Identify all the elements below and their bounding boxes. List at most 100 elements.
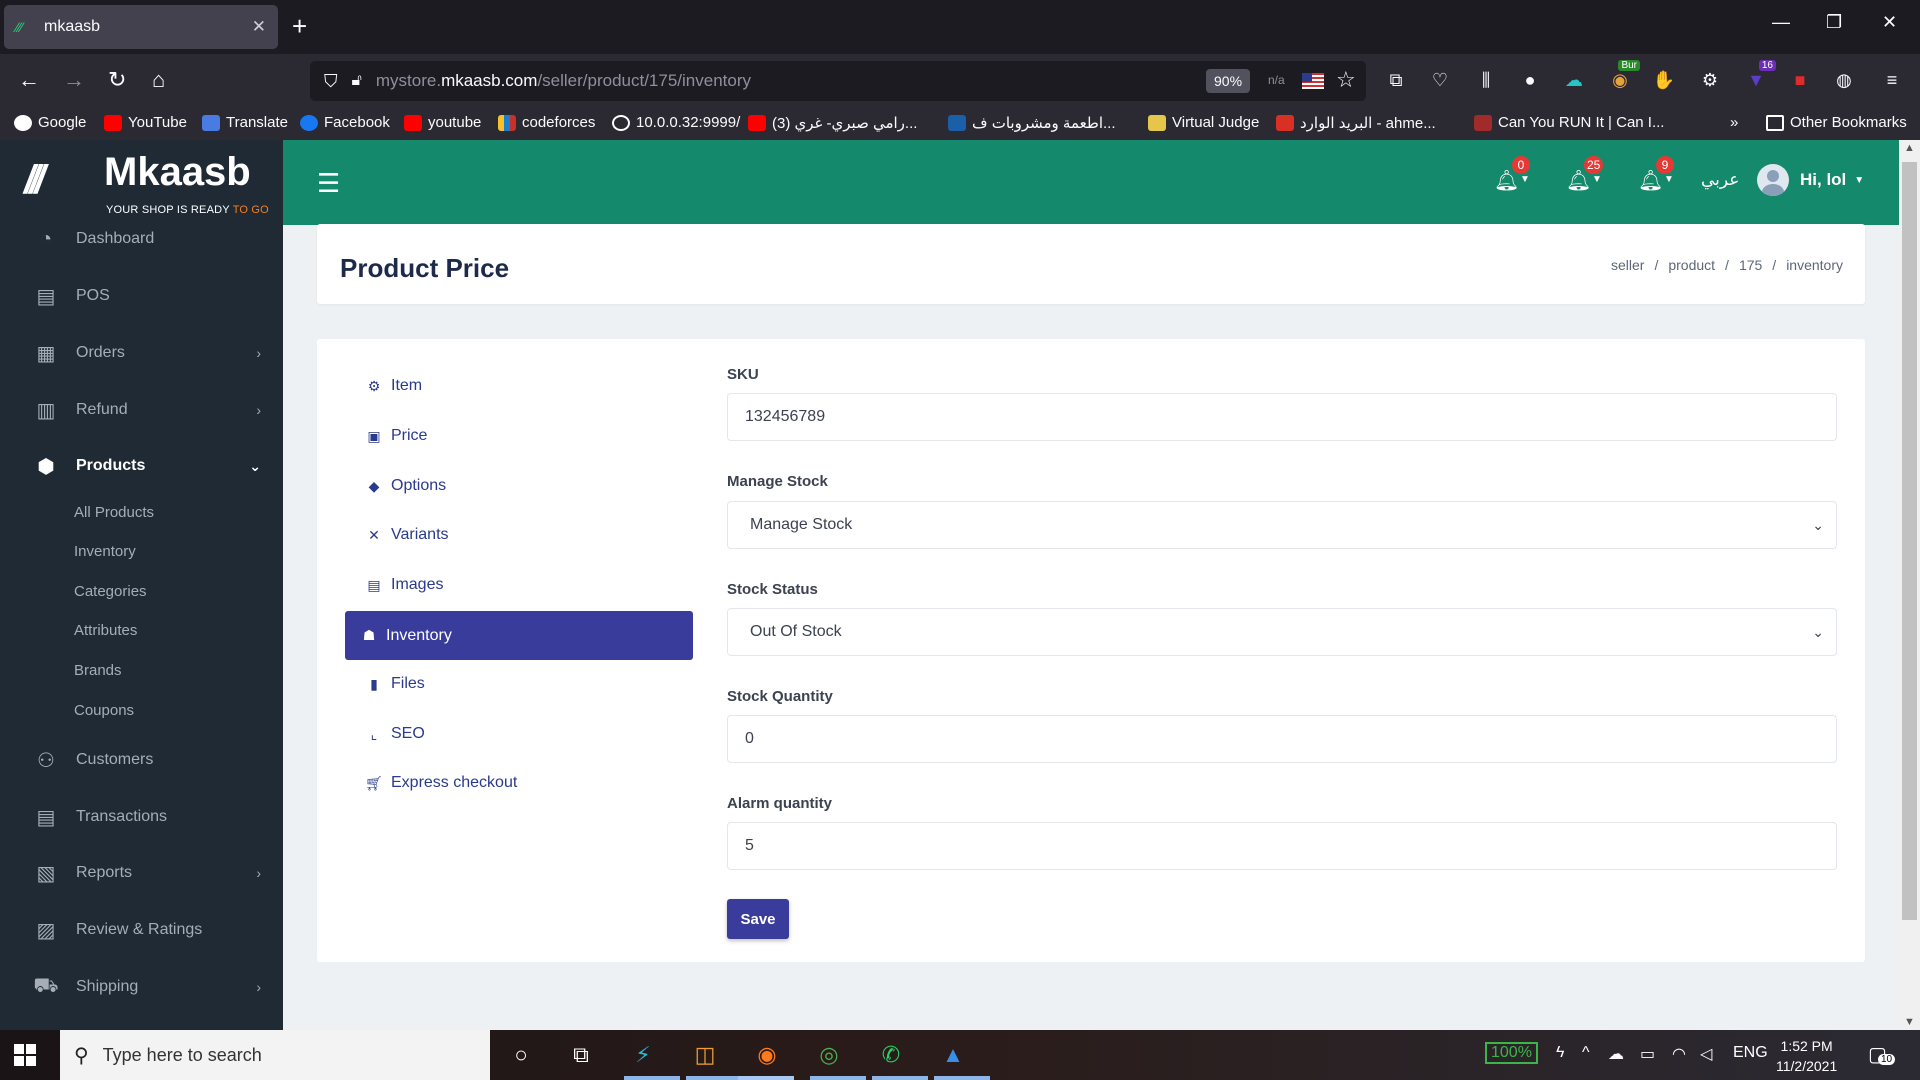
reload-icon[interactable]: ↻ <box>108 68 126 92</box>
sidebar-item-reports[interactable]: ▧ Reports › <box>0 853 283 893</box>
notifications-bell-3[interactable]: 🔔︎ 9 ▼ <box>1638 156 1674 193</box>
bookmark-music[interactable]: (3) رامي صبري- غري... <box>748 114 917 132</box>
bookmark-facebook[interactable]: Facebook <box>300 114 390 131</box>
lock-ext-icon[interactable]: ■ <box>1788 68 1812 92</box>
tray-chevron-up-icon[interactable]: ^ <box>1582 1044 1590 1062</box>
breadcrumb-seller[interactable]: seller <box>1611 257 1644 273</box>
scroll-down-icon[interactable]: ▼ <box>1904 1016 1915 1028</box>
bookmark-google[interactable]: Google <box>14 114 86 131</box>
sidebar-subitem-coupons[interactable]: Coupons <box>74 702 134 719</box>
bookmarks-overflow-icon[interactable]: » <box>1730 114 1738 131</box>
bookmark-youtube-2[interactable]: youtube <box>404 114 481 131</box>
photos-icon[interactable]: ▲ <box>938 1040 968 1070</box>
scroll-up-icon[interactable]: ▲ <box>1904 142 1915 154</box>
scroll-thumb[interactable] <box>1902 162 1917 920</box>
hamburger-menu-icon[interactable]: ☰ <box>317 170 340 196</box>
sidebar-item-transactions[interactable]: ▤ Transactions <box>0 797 283 837</box>
chrome-icon[interactable]: ◎ <box>814 1040 844 1070</box>
cloud-ext-icon[interactable]: ☁ <box>1562 68 1586 92</box>
manage-stock-select[interactable]: Manage Stock ⌄ <box>727 501 1837 549</box>
lock-icon[interactable]: 🔓︎ <box>352 72 362 90</box>
sidebar-item-refund[interactable]: ▥ Refund › <box>0 390 283 430</box>
notifications-bell-2[interactable]: 🔔︎ 25 ▼ <box>1566 156 1604 193</box>
action-center-icon[interactable]: ▢ 10 <box>1868 1042 1896 1067</box>
breadcrumb-product[interactable]: product <box>1668 257 1715 273</box>
close-window-icon[interactable]: ✕ <box>1882 12 1897 33</box>
windows-start-icon[interactable] <box>14 1044 36 1066</box>
hand-ext-icon[interactable]: ✋ <box>1652 68 1676 92</box>
vmware-icon[interactable]: ◫ <box>690 1040 720 1070</box>
bookmark-food[interactable]: اطعمة ومشروبات ف... <box>948 114 1116 132</box>
close-tab-icon[interactable]: ✕ <box>252 17 266 37</box>
bookmark-canyourunit[interactable]: Can You RUN It | Can I... <box>1474 114 1664 131</box>
battery-percent[interactable]: 100% <box>1485 1042 1538 1064</box>
wifi-icon[interactable]: ◠ <box>1672 1044 1686 1064</box>
sidebar-item-shipping[interactable]: ⛟ Shipping › <box>0 967 283 1007</box>
sku-field[interactable]: 132456789 <box>727 393 1837 441</box>
bookmark-gmail[interactable]: البريد الوارد - ahme... <box>1276 114 1436 132</box>
volume-icon[interactable]: ◁ <box>1700 1044 1712 1064</box>
user-menu[interactable]: Hi, lol ▼ <box>1757 164 1864 196</box>
product-nav-files[interactable]: ▮ Files <box>365 675 425 693</box>
product-nav-price[interactable]: ▣ Price <box>365 427 427 445</box>
product-nav-inventory[interactable]: ☗ Inventory <box>345 611 693 660</box>
sidebar-item-pos[interactable]: ▤ POS <box>0 276 283 316</box>
onedrive-icon[interactable]: ☁ <box>1608 1044 1624 1064</box>
other-bookmarks[interactable]: Other Bookmarks <box>1766 114 1907 131</box>
pocket-icon[interactable]: ♡ <box>1428 68 1452 92</box>
firefox-icon[interactable]: ◉ <box>752 1040 782 1070</box>
library-icon[interactable]: ⫼ <box>1474 68 1498 92</box>
sidebar-subitem-categories[interactable]: Categories <box>74 583 147 600</box>
sidebar-subitem-all-products[interactable]: All Products <box>74 504 154 521</box>
power-app-icon[interactable]: ⚡ <box>628 1040 658 1070</box>
sidebar-subitem-inventory[interactable]: Inventory <box>74 543 136 560</box>
product-nav-seo[interactable]: ⌞ SEO <box>365 725 425 743</box>
product-nav-variants[interactable]: ✕ Variants <box>365 526 448 544</box>
sidebar-item-products[interactable]: ⬢ Products ⌄ <box>0 446 283 486</box>
bookmark-youtube[interactable]: YouTube <box>104 114 187 131</box>
taskbar-clock[interactable]: 1:52 PM 11/2/2021 <box>1776 1036 1837 1076</box>
alarm-quantity-field[interactable]: 5 <box>727 822 1837 870</box>
restore-icon[interactable]: ❐ <box>1826 12 1842 33</box>
menu-icon[interactable]: ≡ <box>1880 68 1904 92</box>
sidebar-subitem-attributes[interactable]: Attributes <box>74 622 137 639</box>
task-view-icon[interactable]: ⧉ <box>566 1040 596 1070</box>
product-nav-options[interactable]: ◆ Options <box>365 477 447 495</box>
taskbar-search[interactable]: ⚲ Type here to search <box>60 1030 490 1080</box>
notifications-bell-1[interactable]: 🔔︎ 0 ▼ <box>1494 156 1530 193</box>
back-icon[interactable]: ← <box>18 68 40 92</box>
bur-ext-icon[interactable]: Bur ◉ <box>1608 60 1640 92</box>
extensions-icon[interactable]: ⧉ <box>1384 68 1408 92</box>
stock-quantity-field[interactable]: 0 <box>727 715 1837 763</box>
home-icon[interactable]: ⌂ <box>152 68 165 92</box>
sidebar-item-dashboard[interactable]: ◔ Dashboard <box>0 219 283 259</box>
tracking-shield-icon[interactable]: ⛉ <box>324 71 338 92</box>
product-nav-express-checkout[interactable]: 🛒︎ Express checkout <box>365 774 517 792</box>
battery-icon[interactable]: ▭ <box>1640 1044 1655 1064</box>
url-bar[interactable]: ⛉ 🔓︎ mystore.mkaasb.com/seller/product/1… <box>310 61 1366 101</box>
zoom-level[interactable]: 90% <box>1206 69 1251 93</box>
cortana-icon[interactable]: ○ <box>506 1040 536 1070</box>
sidebar-item-orders[interactable]: ▦ Orders › <box>0 333 283 373</box>
bookmark-star-icon[interactable]: ☆ <box>1336 67 1356 93</box>
page-scrollbar[interactable]: ▲ ▼ <box>1899 140 1920 1030</box>
url-text[interactable]: mystore.mkaasb.com/seller/product/175/in… <box>376 71 751 91</box>
charging-icon[interactable]: ϟ <box>1556 1044 1564 1062</box>
language-switch[interactable]: عربي <box>1701 170 1739 190</box>
sidebar-item-customers[interactable]: ⚇ Customers <box>0 740 283 780</box>
bookmark-codeforces[interactable]: codeforces <box>498 114 595 131</box>
new-tab-icon[interactable]: + <box>292 12 307 40</box>
sidebar-item-review-ratings[interactable]: ▨ Review & Ratings <box>0 910 283 950</box>
bookmark-translate[interactable]: Translate <box>202 114 288 131</box>
forward-icon[interactable]: → <box>63 68 85 92</box>
stock-status-select[interactable]: Out Of Stock ⌄ <box>727 608 1837 656</box>
whatsapp-icon[interactable]: ✆ <box>876 1040 906 1070</box>
product-nav-item[interactable]: ⚙ Item <box>365 377 422 395</box>
product-nav-images[interactable]: ▤ Images <box>365 576 443 594</box>
input-language[interactable]: ENG <box>1733 1044 1768 1062</box>
minimize-icon[interactable]: — <box>1772 12 1790 33</box>
us-flag-icon[interactable] <box>1302 73 1324 89</box>
breadcrumb-id[interactable]: 175 <box>1739 257 1762 273</box>
bookmark-vjudge[interactable]: Virtual Judge <box>1148 114 1259 131</box>
account-ext-icon[interactable]: ● <box>1518 68 1542 92</box>
